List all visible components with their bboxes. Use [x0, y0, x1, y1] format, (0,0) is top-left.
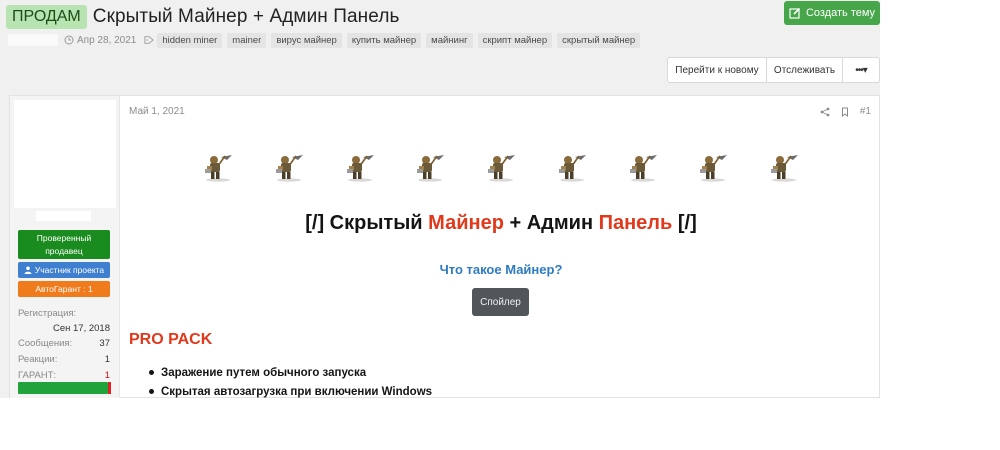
messages-value[interactable]: 37 — [99, 338, 110, 349]
post-card: Проверенный продавец Участник проекта Ав… — [9, 95, 880, 398]
clock-icon — [64, 35, 74, 45]
tag-item[interactable]: майнинг — [426, 32, 473, 48]
username[interactable] — [36, 211, 91, 221]
post-content: Май 1, 2021 #1 [/] Скрытый Майнер + Адми… — [121, 96, 880, 398]
more-menu-button[interactable]: •••▾ — [843, 58, 879, 82]
what-is-miner-link[interactable]: Что такое Майнер? — [121, 262, 880, 277]
thread-meta: Апр 28, 2021 hidden miner mainer вирус м… — [8, 32, 645, 48]
miner-icon — [696, 154, 730, 184]
garant-value: 1 — [104, 369, 110, 381]
reputation-marker — [108, 382, 111, 394]
thread-title: Скрытый Майнер + Админ Панель — [92, 6, 400, 27]
tag-item[interactable]: hidden miner — [157, 32, 223, 48]
reactions-label: Реакции: — [18, 353, 58, 365]
tags-icon — [144, 36, 155, 44]
thread-date[interactable]: Апр 28, 2021 — [77, 35, 136, 46]
bookmark-icon[interactable] — [840, 107, 850, 117]
forum-page: ПРОДАМ Скрытый Майнер + Админ Панель Соз… — [0, 0, 880, 398]
author-name[interactable] — [8, 34, 58, 46]
member-badge-label: Участник проекта — [34, 265, 105, 275]
share-icon[interactable] — [820, 107, 830, 117]
miner-icon-row — [201, 154, 801, 184]
pro-pack-heading: PRO PACK — [129, 331, 213, 348]
thread-toolbar: Перейти к новому Отслеживать •••▾ — [667, 57, 880, 83]
reactions-value: 1 — [104, 353, 110, 365]
headline-part: Майнер — [428, 212, 504, 234]
post-date[interactable]: Май 1, 2021 — [129, 106, 185, 117]
thread-prefix-badge[interactable]: ПРОДАМ — [6, 5, 87, 29]
autogarant-badge: АвтоГарант : 1 — [18, 281, 110, 297]
feature-list: Заражение путем обычного запуска Скрытая… — [149, 366, 432, 398]
edit-icon — [789, 7, 801, 19]
post-number[interactable]: #1 — [860, 106, 871, 117]
user-stats: Регистрация: Сен 17, 2018 Сообщения: 37 Р… — [18, 305, 110, 383]
list-item: Скрытая автозагрузка при включении Windo… — [149, 385, 432, 398]
miner-icon — [626, 154, 660, 184]
miner-icon — [413, 154, 447, 184]
avatar[interactable] — [14, 100, 116, 208]
miner-icon — [767, 154, 801, 184]
tag-item[interactable]: скрипт майнер — [477, 32, 553, 48]
miner-icon — [484, 154, 518, 184]
garant-label: ГАРАНТ: — [18, 369, 57, 381]
reg-value: Сен 17, 2018 — [52, 322, 110, 334]
tag-item[interactable]: mainer — [227, 32, 267, 48]
goto-new-button[interactable]: Перейти к новому — [668, 58, 767, 82]
headline-part: + Админ — [503, 212, 599, 234]
reg-label: Регистрация: — [18, 307, 77, 319]
thread-header: ПРОДАМ Скрытый Майнер + Админ Панель — [6, 4, 400, 30]
miner-icon — [555, 154, 589, 184]
miner-icon — [201, 154, 235, 184]
spoiler-button[interactable]: Спойлер — [472, 288, 529, 316]
create-thread-label: Создать тему — [805, 7, 876, 19]
tag-item[interactable]: скрытый майнер — [557, 32, 641, 48]
headline-part: Панель — [598, 212, 673, 234]
messages-label: Сообщения: — [18, 337, 73, 349]
user-info-panel: Проверенный продавец Участник проекта Ав… — [10, 96, 120, 398]
member-badge: Участник проекта — [18, 262, 110, 278]
create-thread-button[interactable]: Создать тему — [784, 1, 880, 25]
headline-part: [/] Скрытый — [305, 212, 429, 234]
user-icon — [24, 266, 32, 274]
follow-button[interactable]: Отслеживать — [767, 58, 843, 82]
post-actions: #1 — [820, 106, 871, 117]
tag-item[interactable]: купить майнер — [346, 32, 422, 48]
verified-seller-badge: Проверенный продавец — [18, 230, 110, 259]
tag-item[interactable]: вирус майнер — [271, 32, 342, 48]
miner-icon — [272, 154, 306, 184]
post-headline: [/] Скрытый Майнер + Админ Панель [/] — [121, 212, 880, 235]
miner-icon — [343, 154, 377, 184]
reputation-bar — [18, 382, 108, 394]
headline-part: [/] — [672, 212, 697, 234]
list-item: Заражение путем обычного запуска — [149, 366, 432, 385]
